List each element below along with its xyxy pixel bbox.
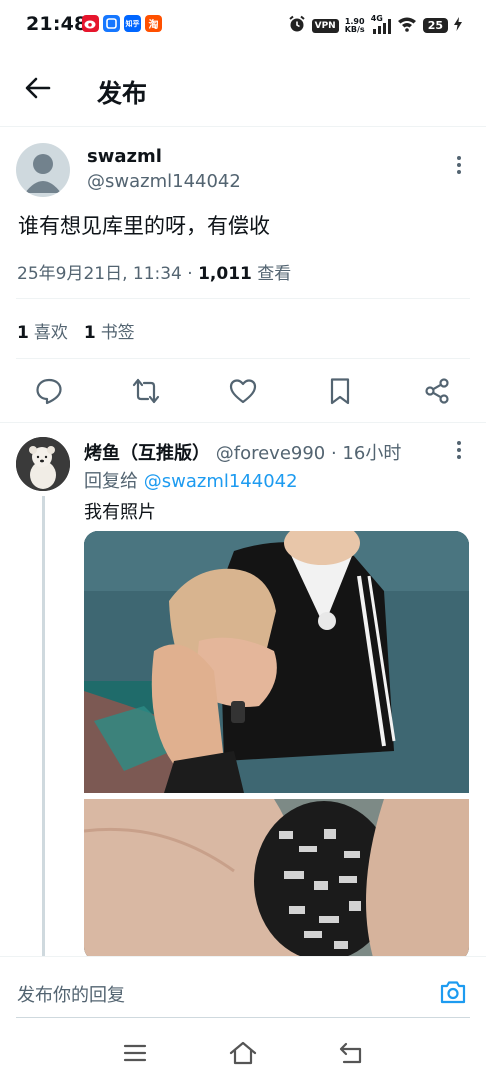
menu-icon[interactable] — [120, 1038, 150, 1068]
home-icon[interactable] — [228, 1038, 258, 1068]
system-nav-bar — [0, 1026, 486, 1080]
back-arrow-icon[interactable] — [22, 72, 54, 104]
thread-line — [42, 496, 45, 956]
reply-author-handle[interactable]: @foreve990 — [216, 443, 326, 464]
replying-to: 回复给 @swazml144042 — [84, 471, 298, 492]
reply-more-options-icon[interactable] — [449, 438, 469, 462]
replying-to-link[interactable]: @swazml144042 — [144, 471, 298, 492]
zhihu-icon: 知乎 — [124, 15, 141, 32]
reply-text: 我有照片 — [84, 502, 156, 523]
vpn-badge: VPN — [311, 18, 339, 33]
reply-time: · 16小时 — [325, 443, 402, 464]
reply-compose-bar: 发布你的回复 — [0, 956, 486, 1026]
post-meta: 25年9月21日, 11:34 · 1,011 查看 — [17, 259, 291, 284]
author-handle[interactable]: @swazml144042 — [87, 171, 241, 192]
back-nav-icon[interactable] — [336, 1038, 366, 1068]
charging-icon — [454, 17, 462, 34]
bookmarks-stat[interactable]: 1 书签 — [84, 323, 135, 343]
camera-icon[interactable] — [438, 977, 468, 1007]
divider — [0, 422, 486, 423]
post-text: 谁有想见库里的呀，有偿收 — [18, 214, 270, 238]
alarm-clock-icon — [288, 15, 306, 36]
reply-media-image[interactable] — [84, 531, 469, 961]
share-icon[interactable] — [422, 376, 452, 406]
battery-indicator: 25 — [422, 18, 448, 33]
status-indicators: VPN 1.90 KB/s 4G 25 — [288, 14, 462, 36]
status-app-icons: 知乎 淘 — [82, 15, 162, 32]
net-speed: 1.90 KB/s — [344, 16, 365, 34]
cellular-signal-icon: 4G — [371, 14, 391, 34]
reply-author-name[interactable]: 烤鱼（互推版） — [84, 443, 210, 464]
reply-header: 烤鱼（互推版） @foreve990 · 16小时 — [84, 439, 401, 465]
reply-icon[interactable] — [34, 376, 64, 406]
reply-author-avatar[interactable] — [16, 437, 70, 491]
status-bar: 21:48 知乎 淘 VPN 1.90 KB/s 4G 25 — [0, 0, 486, 50]
reply-input[interactable]: 发布你的回复 — [17, 981, 125, 1007]
taobao-icon: 淘 — [145, 15, 162, 32]
author-name[interactable]: swazml — [87, 146, 162, 167]
compose-underline — [16, 1017, 470, 1018]
views-count: 1,011 — [198, 264, 252, 284]
action-bar — [0, 372, 486, 412]
divider — [16, 298, 470, 299]
alipay-icon — [103, 15, 120, 32]
divider — [16, 358, 470, 359]
like-heart-icon[interactable] — [228, 376, 258, 406]
more-options-icon[interactable] — [449, 153, 469, 177]
page-title: 发布 — [97, 79, 148, 108]
status-time: 21:48 — [26, 13, 88, 35]
views-label: 查看 — [251, 264, 292, 284]
page-header: 发布 — [0, 60, 486, 124]
post-timestamp: 25年9月21日, 11:34 · — [17, 264, 199, 284]
bookmark-icon[interactable] — [325, 376, 355, 406]
post-stats: 1 喜欢 1 书签 — [17, 318, 135, 343]
weibo-icon — [82, 15, 99, 32]
repost-icon[interactable] — [131, 376, 161, 406]
author-avatar[interactable] — [16, 143, 70, 197]
likes-stat[interactable]: 1 喜欢 — [17, 323, 68, 343]
divider — [0, 126, 486, 127]
wifi-icon — [397, 16, 417, 35]
